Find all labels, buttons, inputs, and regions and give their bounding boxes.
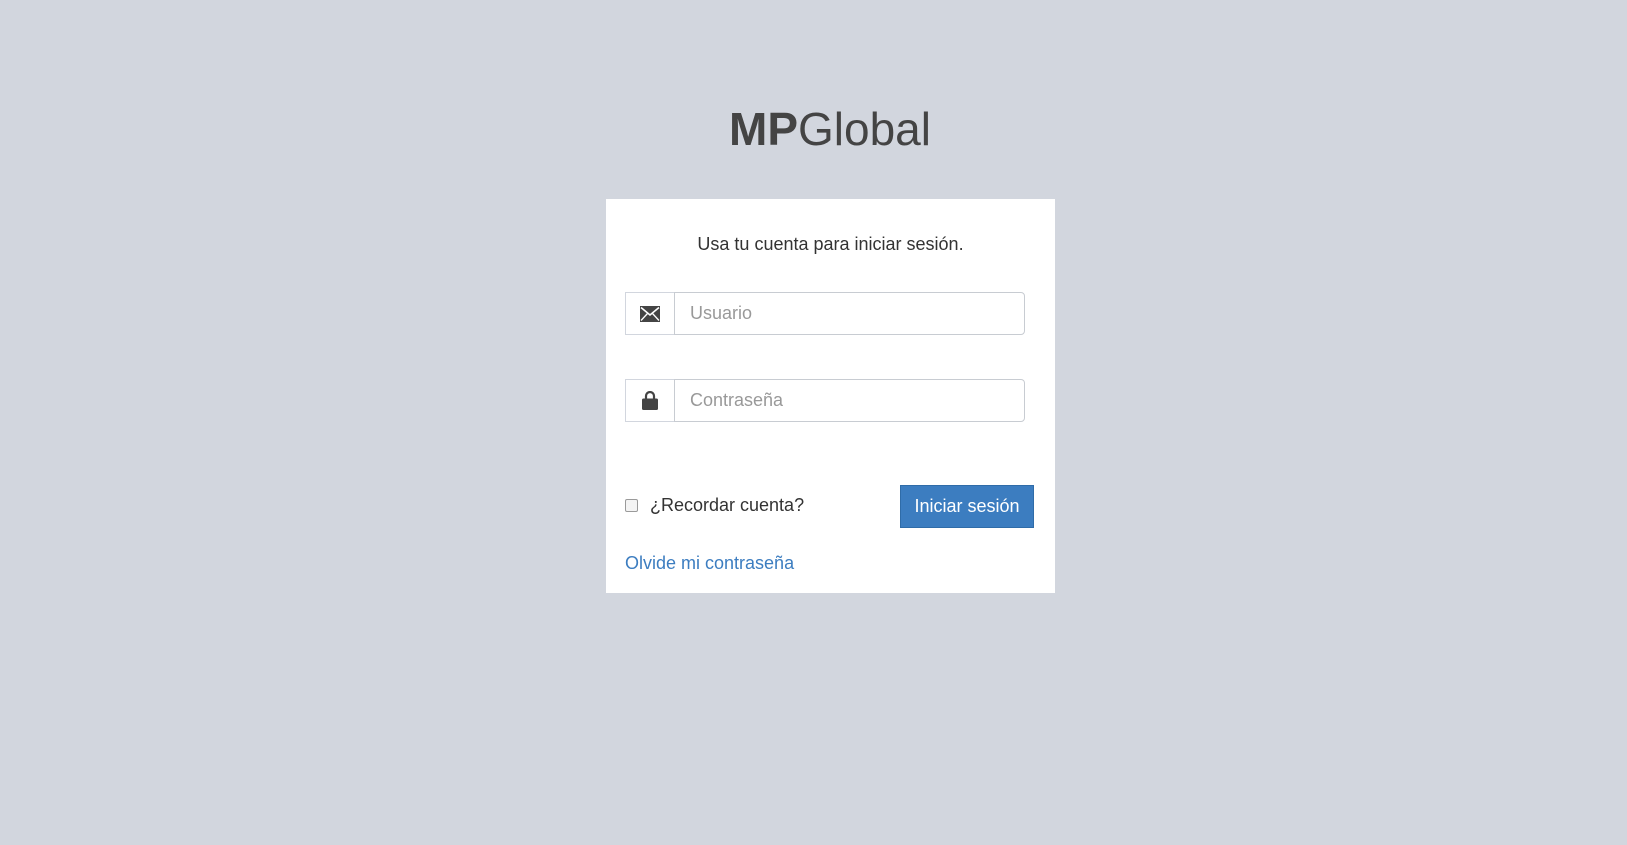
logo-light: Global bbox=[798, 103, 931, 155]
remember-checkbox[interactable] bbox=[625, 499, 638, 512]
forgot-password-link[interactable]: Olvide mi contraseña bbox=[625, 553, 794, 574]
login-message: Usa tu cuenta para iniciar sesión. bbox=[697, 234, 964, 254]
lock-icon bbox=[625, 379, 674, 422]
signin-button[interactable]: Iniciar sesión bbox=[900, 485, 1034, 528]
username-group bbox=[625, 292, 1025, 335]
password-group bbox=[625, 379, 1025, 422]
envelope-icon bbox=[625, 292, 674, 335]
remember-row: ¿Recordar cuenta? bbox=[625, 495, 804, 516]
username-input[interactable] bbox=[674, 292, 1025, 335]
logo-bold: MP bbox=[729, 103, 799, 155]
app-logo: MPGlobal bbox=[0, 101, 1627, 157]
login-box: Usa tu cuenta para iniciar sesión. ¿Reco… bbox=[606, 199, 1055, 593]
remember-label[interactable]: ¿Recordar cuenta? bbox=[650, 495, 804, 516]
password-input[interactable] bbox=[674, 379, 1025, 422]
